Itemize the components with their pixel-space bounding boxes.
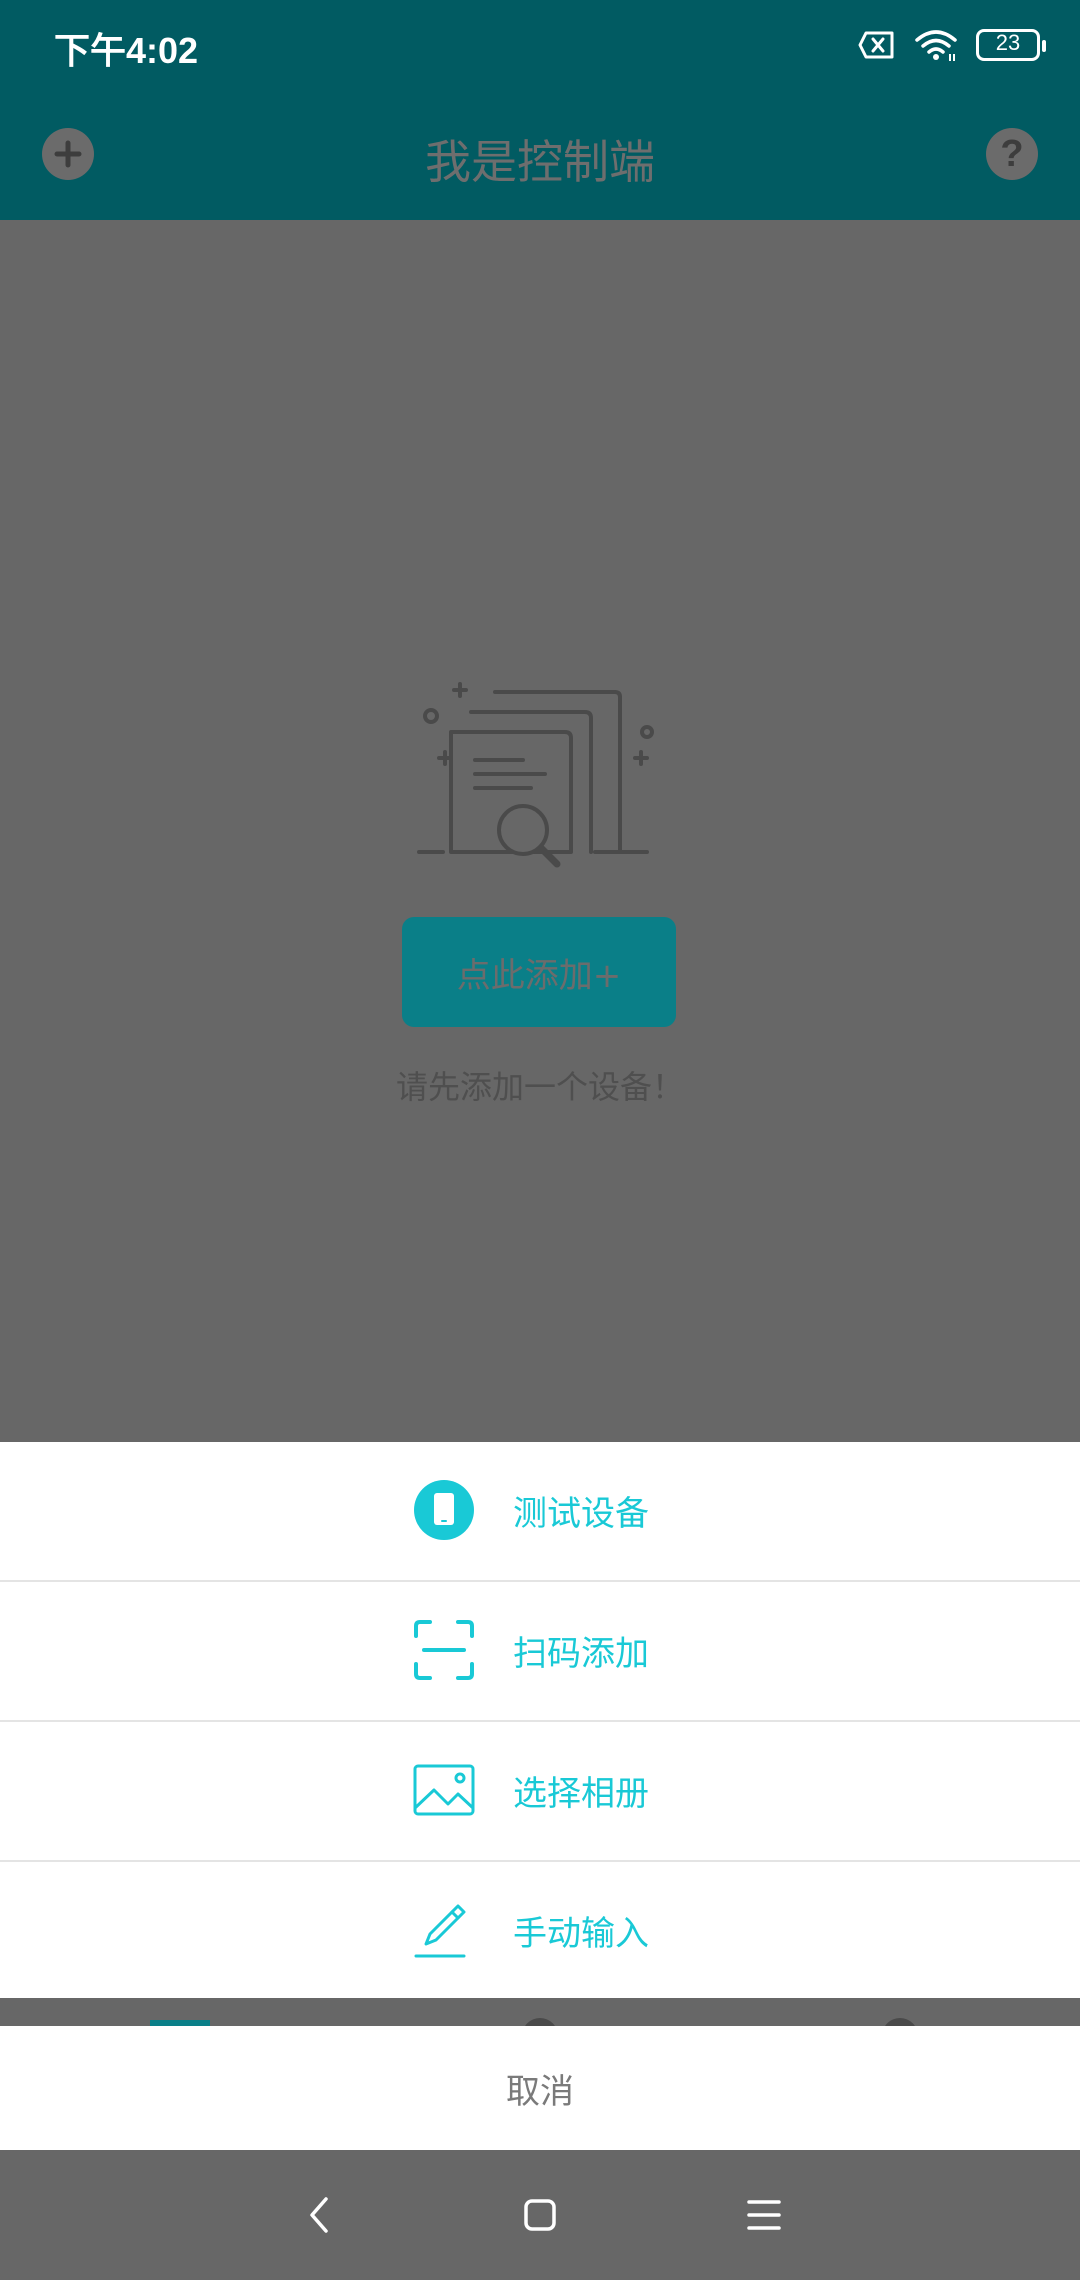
sim-error-icon: [858, 31, 894, 59]
battery-icon: 23: [976, 29, 1046, 61]
pencil-icon: [414, 1904, 466, 1958]
action-label: 测试设备: [513, 1494, 649, 1534]
tab-icon: [882, 2018, 918, 2026]
question-circle-icon: ?: [1000, 132, 1024, 175]
back-icon: [310, 2197, 328, 2233]
app-bar: 我是控制端 ?: [0, 90, 1080, 220]
help-button[interactable]: ?: [986, 128, 1038, 180]
cancel-button[interactable]: 取消: [0, 2026, 1080, 2150]
nav-home-button[interactable]: [512, 2187, 568, 2243]
tab-icon: [522, 2018, 558, 2026]
nav-back-button[interactable]: [292, 2187, 348, 2243]
action-scan-add[interactable]: 扫码添加: [0, 1582, 1080, 1722]
action-sheet: 测试设备 扫码添加 选择相册 手动输入: [0, 1442, 1080, 1998]
home-icon: [524, 2199, 556, 2231]
action-choose-album[interactable]: 选择相册: [0, 1722, 1080, 1862]
action-test-device[interactable]: 测试设备: [0, 1442, 1080, 1582]
status-icons: 23: [858, 24, 1046, 66]
nav-menu-button[interactable]: [736, 2187, 792, 2243]
action-label: 手动输入: [513, 1914, 649, 1954]
system-nav-bar: [0, 2150, 1080, 2280]
empty-hint: 请先添加一个设备！: [395, 1068, 684, 1106]
add-here-button[interactable]: 点此添加+: [402, 917, 676, 1027]
action-label: 选择相册: [513, 1774, 649, 1814]
image-icon: [413, 1764, 475, 1816]
status-bar: 下午4:02 23: [0, 0, 1080, 90]
phone-icon: [414, 1480, 474, 1540]
action-manual-input[interactable]: 手动输入: [0, 1862, 1080, 1998]
bottom-tab-strip: [0, 1998, 1080, 2026]
document-search-icon: [417, 682, 654, 868]
menu-icon: [747, 2200, 781, 2230]
scan-icon: [414, 1620, 474, 1680]
wifi-icon: [915, 30, 957, 61]
battery-level: 23: [995, 30, 1021, 55]
page-title: 我是控制端: [425, 135, 655, 189]
action-label: 扫码添加: [513, 1634, 649, 1674]
status-time: 下午4:02: [54, 30, 199, 71]
